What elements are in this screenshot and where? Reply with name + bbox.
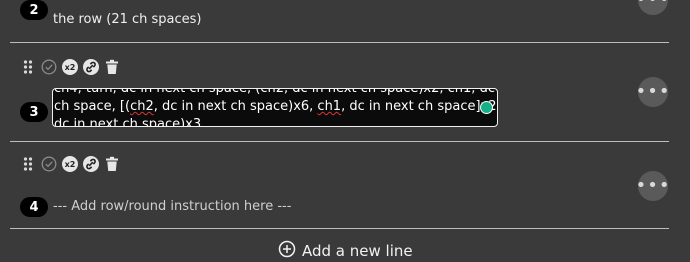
add-new-line-label: Add a new line (302, 242, 413, 260)
editor-line: ch4, turn, dc in next ch space, (ch2, dc… (54, 88, 498, 96)
row-number-badge: 3 (20, 102, 48, 122)
row-number-badge: 2 (20, 0, 48, 20)
trash-icon[interactable] (104, 156, 120, 172)
row-number-badge: 4 (20, 197, 48, 217)
x2-icon[interactable]: x2 (62, 156, 78, 172)
row-divider (10, 228, 669, 229)
more-options-button[interactable]: ••• (636, 77, 669, 107)
check-circle-icon[interactable] (41, 156, 57, 172)
drag-handle-icon[interactable] (20, 156, 36, 172)
drag-handle-icon[interactable] (20, 59, 36, 75)
more-options-button[interactable]: ••• (636, 171, 669, 201)
x2-label: x2 (65, 63, 76, 72)
x2-label: x2 (65, 160, 76, 169)
check-circle-icon[interactable] (41, 59, 57, 75)
plus-circle-icon (278, 240, 296, 262)
add-new-line-button[interactable]: Add a new line (278, 240, 413, 262)
x2-icon[interactable]: x2 (62, 59, 78, 75)
link-icon[interactable] (83, 59, 99, 75)
row-instruction-placeholder[interactable]: --- Add row/round instruction here --- (53, 199, 291, 214)
more-options-button[interactable]: ••• (636, 0, 669, 15)
row-instruction-editor[interactable]: ch4, turn, dc in next ch space, (ch2, dc… (52, 88, 498, 127)
row-divider (10, 42, 669, 43)
grammar-check-icon[interactable] (480, 101, 493, 114)
link-icon[interactable] (83, 156, 99, 172)
editor-line: dc in next ch space)x3 (54, 117, 202, 127)
row-toolbar: x2 (20, 58, 120, 76)
trash-icon[interactable] (104, 59, 120, 75)
row-divider (10, 141, 669, 142)
editor-line: ch space, [(ch2, dc in next ch space)x6,… (54, 99, 498, 114)
row-instruction-text[interactable]: the row (21 ch spaces) (53, 12, 202, 27)
row-toolbar: x2 (20, 155, 120, 173)
